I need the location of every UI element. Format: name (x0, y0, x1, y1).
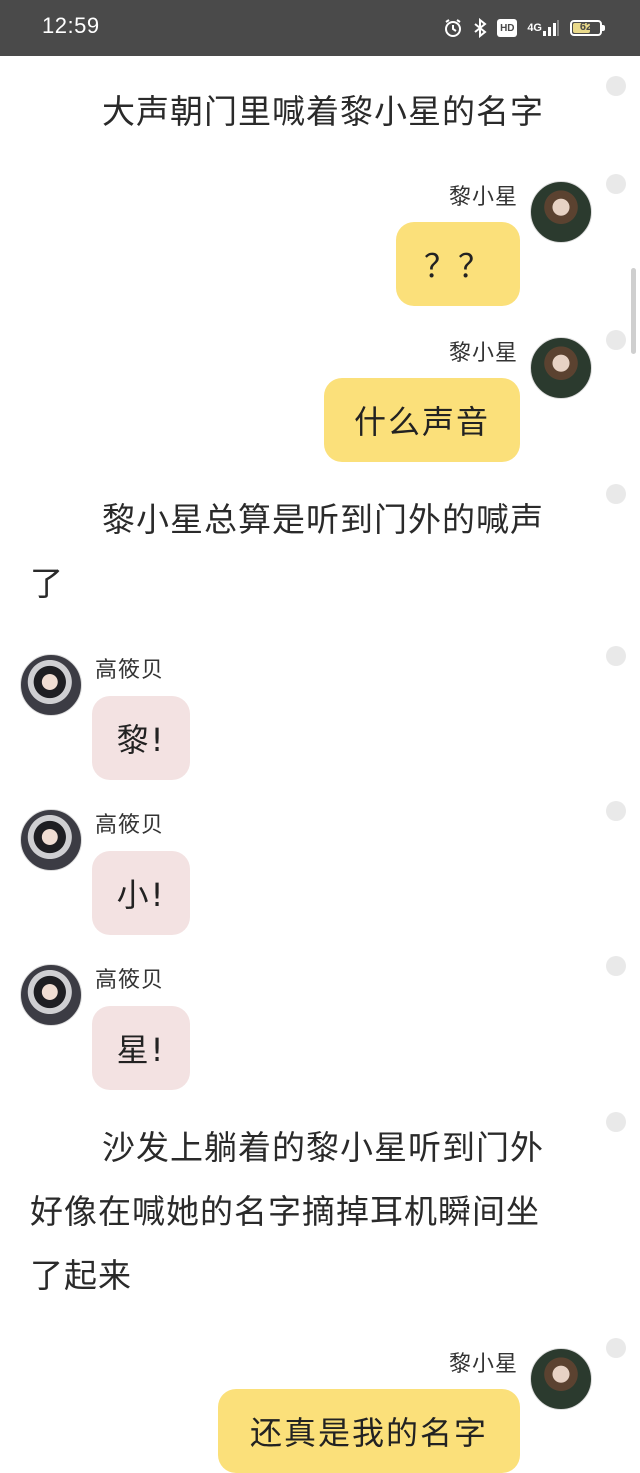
select-radio[interactable] (606, 330, 626, 350)
bluetooth-icon (473, 18, 487, 38)
sender-name: 黎小星 (448, 1352, 518, 1377)
select-radio[interactable] (606, 174, 626, 194)
signal-icon: 4G (527, 19, 560, 37)
network-type: 4G (527, 22, 542, 34)
sender-name: 高筱贝 (95, 813, 165, 838)
narration-text: 沙发上躺着的黎小星听到门外好像在喊她的名字摘掉耳机瞬间坐了起来 (30, 1128, 544, 1295)
status-bar: 12:59 HD 4G 62 (0, 0, 640, 56)
status-icons: HD 4G 62 (443, 14, 605, 42)
select-radio[interactable] (606, 76, 626, 96)
chat-bubble[interactable]: ？？ (396, 222, 520, 306)
select-radio[interactable] (606, 1112, 626, 1132)
select-radio[interactable] (606, 484, 626, 504)
select-radio[interactable] (606, 801, 626, 821)
narration-text: 黎小星总算是听到门外的喊声了 (30, 500, 544, 603)
chat-bubble[interactable]: 黎! (92, 696, 190, 780)
chat-bubble[interactable]: 小! (92, 851, 190, 935)
avatar-lixiaoxing[interactable] (530, 1348, 592, 1410)
select-radio[interactable] (606, 646, 626, 666)
battery-icon: 62 (570, 20, 605, 36)
sender-name: 高筱贝 (95, 658, 165, 683)
status-time: 12:59 (42, 13, 100, 38)
avatar-lixiaoxing[interactable] (530, 337, 592, 399)
sender-name: 高筱贝 (95, 968, 165, 993)
chat-bubble[interactable]: 星! (92, 1006, 190, 1090)
select-radio[interactable] (606, 1338, 626, 1358)
chat-bubble[interactable]: 什么声音 (324, 378, 520, 462)
story-feed[interactable]: 大声朝门里喊着黎小星的名字 黎小星 ？？ 黎小星 什么声音 黎小星总算是听到门外… (0, 56, 640, 1473)
alarm-icon (443, 18, 463, 38)
avatar-gaoxiaobei[interactable] (20, 809, 82, 871)
narration-text: 大声朝门里喊着黎小星的名字 (102, 92, 544, 131)
avatar-gaoxiaobei[interactable] (20, 654, 82, 716)
select-radio[interactable] (606, 956, 626, 976)
avatar-lixiaoxing[interactable] (530, 181, 592, 243)
scrollbar[interactable] (631, 268, 636, 354)
sender-name: 黎小星 (448, 341, 518, 366)
battery-level: 62 (579, 21, 593, 33)
chat-bubble[interactable]: 还真是我的名字 (218, 1389, 520, 1473)
avatar-gaoxiaobei[interactable] (20, 964, 82, 1026)
sender-name: 黎小星 (448, 185, 518, 210)
hd-badge: HD (497, 19, 518, 37)
